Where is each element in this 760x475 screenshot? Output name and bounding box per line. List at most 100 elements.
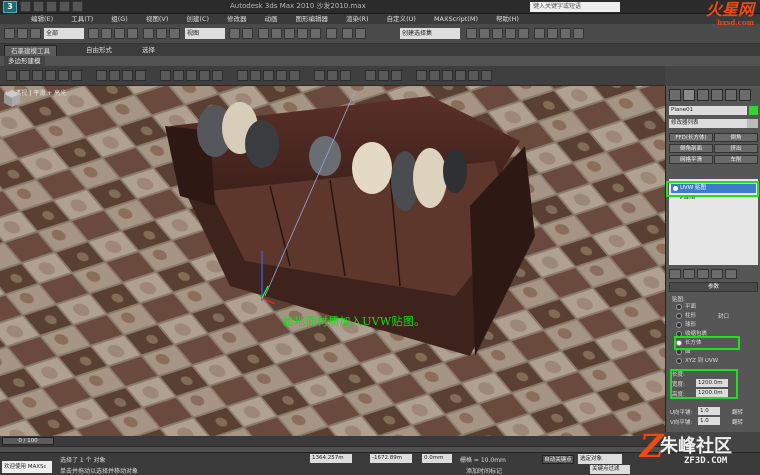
extrude-icon[interactable] bbox=[160, 70, 171, 81]
collapse-icon[interactable] bbox=[340, 70, 351, 81]
maxscript-listener[interactable]: 欢迎使用 MAXSc bbox=[2, 461, 52, 473]
radio-cylindrical[interactable]: 柱形 bbox=[676, 312, 696, 320]
search-input[interactable]: 键入关键字或短语 bbox=[530, 2, 620, 12]
z-coordinate-field[interactable]: 0.0mm bbox=[422, 454, 452, 463]
schematic-view-icon[interactable] bbox=[505, 28, 516, 39]
tab-freeform[interactable]: 自由形式 bbox=[80, 45, 118, 56]
pivot-icon[interactable] bbox=[229, 28, 240, 39]
align-view-icon[interactable] bbox=[429, 70, 440, 81]
redo-icon[interactable] bbox=[72, 1, 83, 12]
window-crossing-icon[interactable] bbox=[127, 28, 138, 39]
meshsmooth-button[interactable]: 网格平滑 bbox=[669, 155, 713, 164]
lathe-button[interactable]: 车削 bbox=[714, 155, 758, 164]
inset-icon[interactable] bbox=[186, 70, 197, 81]
radio-spherical[interactable]: 球形 bbox=[676, 321, 696, 329]
display-tab-icon[interactable] bbox=[725, 89, 737, 101]
modify-tab-icon[interactable] bbox=[683, 89, 695, 101]
keyboard-shortcut-icon[interactable] bbox=[258, 28, 269, 39]
add-time-tag[interactable]: 添加时间标记 bbox=[466, 466, 502, 475]
new-file-icon[interactable] bbox=[20, 1, 31, 12]
create-tab-icon[interactable] bbox=[669, 89, 681, 101]
menu-modifiers[interactable]: 修改器 bbox=[218, 14, 256, 24]
layer-manager-icon[interactable] bbox=[466, 28, 477, 39]
tab-graphite-modeling[interactable]: 石墨建模工具 bbox=[4, 45, 57, 56]
menu-edit[interactable]: 编辑(E) bbox=[22, 14, 62, 24]
menu-animation[interactable]: 动画 bbox=[256, 14, 287, 24]
loop-icon[interactable] bbox=[122, 70, 133, 81]
border-icon[interactable] bbox=[45, 70, 56, 81]
manipulate-icon[interactable] bbox=[242, 28, 253, 39]
u-tile-spinner[interactable]: 1.0 bbox=[698, 407, 720, 415]
radio-planar[interactable]: 平面 bbox=[676, 303, 696, 311]
menu-rendering[interactable]: 渲染(R) bbox=[337, 14, 378, 24]
hide-icon[interactable] bbox=[455, 70, 466, 81]
bevel-icon[interactable] bbox=[173, 70, 184, 81]
select-scale-icon[interactable] bbox=[169, 28, 180, 39]
edit-named-sets-icon[interactable] bbox=[326, 28, 337, 39]
menu-help[interactable]: 帮助(H) bbox=[487, 14, 528, 24]
menu-customize[interactable]: 自定义(U) bbox=[378, 14, 425, 24]
render-setup-icon[interactable] bbox=[534, 28, 545, 39]
app-logo-icon[interactable]: 3 bbox=[3, 1, 17, 13]
save-file-icon[interactable] bbox=[46, 1, 57, 12]
time-slider[interactable]: 0 / 100 bbox=[2, 437, 54, 445]
graphite-toggle-icon[interactable] bbox=[479, 28, 490, 39]
vertex-icon[interactable] bbox=[19, 70, 30, 81]
spinner-snap-icon[interactable] bbox=[310, 28, 321, 39]
chamfer-icon[interactable] bbox=[289, 70, 300, 81]
unhide-icon[interactable] bbox=[468, 70, 479, 81]
motion-tab-icon[interactable] bbox=[711, 89, 723, 101]
swiftloop-icon[interactable] bbox=[263, 70, 274, 81]
v-flip-checkbox[interactable]: 翻转 bbox=[732, 418, 743, 426]
utilities-tab-icon[interactable] bbox=[739, 89, 751, 101]
curve-editor-icon[interactable] bbox=[492, 28, 503, 39]
parameters-rollout[interactable]: 参数 bbox=[669, 282, 758, 292]
ffd-box-button[interactable]: FFD(长方体) bbox=[669, 133, 713, 142]
undo-icon[interactable] bbox=[4, 28, 15, 39]
modifier-list-dropdown[interactable]: 修改器列表 bbox=[669, 119, 747, 128]
cut-icon[interactable] bbox=[237, 70, 248, 81]
polygon-modeling-panel[interactable]: 多边形建模 bbox=[4, 56, 45, 66]
select-move-icon[interactable] bbox=[143, 28, 154, 39]
key-mode-dropdown[interactable]: 选定对象 bbox=[578, 454, 622, 464]
object-color-swatch[interactable] bbox=[749, 106, 758, 115]
y-coordinate-field[interactable]: -1672.89m bbox=[370, 454, 412, 463]
angle-snap-icon[interactable] bbox=[284, 28, 295, 39]
key-filters-button[interactable]: 关键点过滤器... bbox=[590, 465, 630, 474]
quickslice-icon[interactable] bbox=[250, 70, 261, 81]
menu-group[interactable]: 组(G) bbox=[102, 14, 137, 24]
select-by-name-icon[interactable] bbox=[101, 28, 112, 39]
perspective-viewport[interactable]: + [ 透视 ] 平滑 + 高光 给地面材质加入UVW贴图。 bbox=[0, 86, 665, 436]
select-rotate-icon[interactable] bbox=[156, 28, 167, 39]
hierarchy-tab-icon[interactable] bbox=[697, 89, 709, 101]
ref-coord-dropdown[interactable]: 视图 bbox=[185, 28, 225, 39]
edit-poly-icon[interactable] bbox=[6, 70, 17, 81]
connect-icon[interactable] bbox=[276, 70, 287, 81]
named-selection-dropdown[interactable]: 创建选择集 bbox=[400, 28, 460, 39]
cap-checkbox[interactable]: 封口 bbox=[718, 312, 729, 320]
make-planar-icon[interactable] bbox=[416, 70, 427, 81]
ring-icon[interactable] bbox=[135, 70, 146, 81]
selection-filter-dropdown[interactable]: 全部 bbox=[44, 28, 84, 39]
isolate-icon[interactable] bbox=[481, 70, 492, 81]
weld-icon[interactable] bbox=[314, 70, 325, 81]
tab-selection[interactable]: 选择 bbox=[136, 45, 161, 56]
rendered-frame-icon[interactable] bbox=[547, 28, 558, 39]
outline-icon[interactable] bbox=[199, 70, 210, 81]
material-editor-icon[interactable] bbox=[518, 28, 529, 39]
mirror-icon[interactable] bbox=[342, 28, 353, 39]
edge-icon[interactable] bbox=[32, 70, 43, 81]
menu-views[interactable]: 视图(V) bbox=[137, 14, 178, 24]
snap-icon[interactable] bbox=[271, 28, 282, 39]
menu-tools[interactable]: 工具(T) bbox=[62, 14, 102, 24]
align-icon[interactable] bbox=[355, 28, 366, 39]
relax-icon[interactable] bbox=[391, 70, 402, 81]
rect-region-icon[interactable] bbox=[114, 28, 125, 39]
viewcube-icon[interactable] bbox=[0, 86, 24, 110]
target-weld-icon[interactable] bbox=[327, 70, 338, 81]
menu-create[interactable]: 创建(C) bbox=[177, 14, 218, 24]
grow-icon[interactable] bbox=[96, 70, 107, 81]
show-end-result-icon[interactable] bbox=[683, 269, 695, 279]
polygon-icon[interactable] bbox=[58, 70, 69, 81]
shrink-icon[interactable] bbox=[109, 70, 120, 81]
